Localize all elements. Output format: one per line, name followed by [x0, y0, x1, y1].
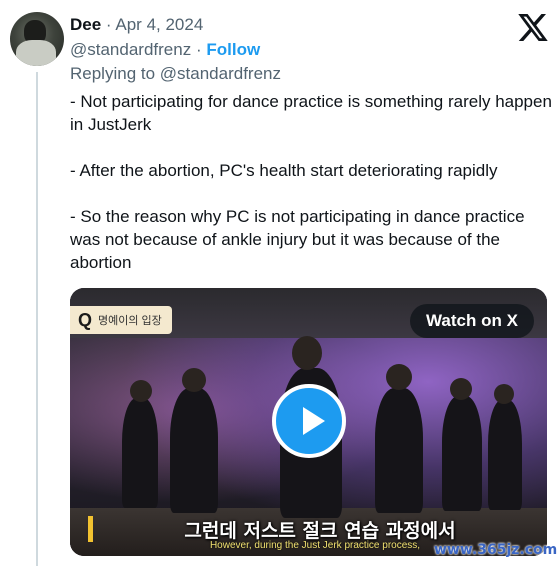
replying-to-handle[interactable]: @standardfrenz: [160, 64, 281, 83]
x-logo-icon[interactable]: [518, 14, 548, 41]
dancer-figure: [122, 398, 158, 508]
avatar[interactable]: [10, 12, 64, 66]
play-icon[interactable]: [272, 384, 346, 458]
dancer-figure: [170, 388, 218, 513]
subtitle-english: However, during the Just Jerk practice p…: [209, 540, 421, 551]
dancer-head: [292, 336, 322, 370]
dancer-head: [182, 368, 206, 392]
thread-line: [36, 72, 38, 566]
dancer-figure: [442, 396, 482, 511]
channel-badge-text: 명예이의 입장: [98, 315, 162, 327]
replying-to: Replying to @standardfrenz: [70, 63, 281, 85]
tweet-paragraph: - So the reason why PC is not participat…: [70, 207, 525, 272]
tweet-header: Dee · Apr 4, 2024: [70, 14, 203, 36]
separator-dot: ·: [105, 15, 112, 34]
author-handle[interactable]: @standardfrenz: [70, 40, 191, 59]
replying-to-label: Replying to: [70, 64, 156, 83]
follow-button[interactable]: Follow: [206, 40, 260, 59]
subtitle-korean: 그런데 저스트 절크 연습 과정에서: [184, 520, 456, 542]
author-name[interactable]: Dee: [70, 15, 101, 34]
dancer-figure: [488, 400, 522, 510]
site-watermark: www.365jz.com: [434, 542, 558, 558]
watch-on-x-button[interactable]: Watch on X: [410, 304, 534, 338]
subtitle-marker: [88, 516, 93, 542]
dancer-figure: [375, 388, 423, 513]
handle-separator: ·: [195, 40, 202, 59]
channel-badge-letter: Q: [78, 309, 93, 330]
dancer-head: [130, 380, 152, 402]
tweet-paragraph: - After the abortion, PC's health start …: [70, 161, 498, 180]
tweet-date[interactable]: Apr 4, 2024: [115, 15, 203, 34]
tweet-paragraph: - Not participating for dance practice i…: [70, 92, 552, 134]
channel-badge: Q 명예이의 입장: [70, 306, 172, 334]
tweet-text: - Not participating for dance practice i…: [70, 90, 554, 274]
tweet-card: Dee · Apr 4, 2024 @standardfrenz · Follo…: [0, 0, 560, 566]
dancer-head: [494, 384, 514, 404]
dancer-head: [450, 378, 472, 400]
handle-row: @standardfrenz · Follow: [70, 39, 260, 61]
video-thumbnail[interactable]: Q 명예이의 입장 Watch on X 그런데 저스트 절크 연습 과정에서 …: [70, 288, 547, 556]
dancer-head: [386, 364, 412, 390]
